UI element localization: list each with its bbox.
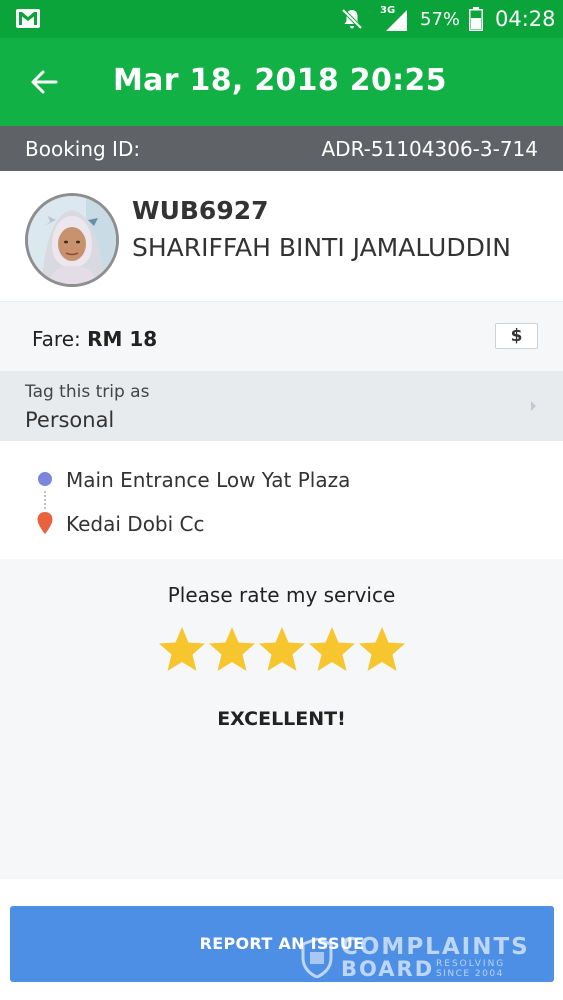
status-clock: 04:28 [495, 7, 556, 31]
pickup-location: Main Entrance Low Yat Plaza [66, 468, 351, 492]
booking-id-bar: Booking ID: ADR-51104306-3-714 [0, 126, 563, 171]
tag-trip-caption: Tag this trip as [25, 382, 150, 402]
star-icon[interactable] [157, 625, 207, 675]
vehicle-plate: WUB6927 [132, 196, 269, 225]
dropoff-pin-icon [37, 512, 53, 534]
dropoff-location: Kedai Dobi Cc [66, 512, 205, 536]
status-bar: 3G 57% 04:28 [0, 0, 563, 38]
route-connector [44, 491, 46, 509]
chevron-right-icon [531, 401, 536, 411]
booking-id-value: ADR-51104306-3-714 [321, 137, 538, 161]
fare-text: Fare: RM 18 [32, 327, 157, 351]
driver-avatar [25, 193, 119, 287]
star-icon[interactable] [307, 625, 357, 675]
dollar-icon: $ [510, 326, 523, 346]
watermark-line2: BOARD [341, 957, 435, 981]
driver-card: WUB6927 SHARIFFAH BINTI JAMALUDDIN [0, 171, 563, 301]
gmail-icon [16, 9, 40, 28]
rating-verdict: EXCELLENT! [217, 708, 346, 730]
arrow-left-icon[interactable] [28, 66, 60, 98]
mute-icon [341, 8, 363, 30]
route-section: Main Entrance Low Yat Plaza Kedai Dobi C… [0, 441, 563, 559]
fare-amount: RM 18 [87, 327, 158, 351]
app-bar: Mar 18, 2018 20:25 [0, 38, 563, 126]
driver-name: SHARIFFAH BINTI JAMALUDDIN [132, 233, 511, 262]
shield-logo-icon [301, 938, 333, 978]
watermark-tag1: RESOLVING [436, 959, 506, 969]
booking-id-label: Booking ID: [25, 137, 141, 161]
rating-section: Please rate my service EXCELLENT! [0, 559, 563, 879]
star-icon[interactable] [207, 625, 257, 675]
star-icon[interactable] [357, 625, 407, 675]
pickup-dot-icon [38, 472, 52, 486]
battery-icon [469, 7, 483, 31]
driver-photo [28, 196, 116, 284]
rating-prompt: Please rate my service [167, 583, 396, 607]
complaints-board-watermark: COMPLAINTS BOARD RESOLVING SINCE 2004 [301, 934, 531, 982]
signal-icon [386, 10, 407, 31]
tag-trip-row[interactable]: Tag this trip as Personal [0, 371, 563, 441]
battery-percent: 57% [420, 9, 461, 30]
fare-details-button[interactable]: $ [495, 323, 538, 349]
watermark-tag2: SINCE 2004 [436, 969, 504, 979]
tag-trip-value: Personal [25, 408, 115, 432]
fare-row: Fare: RM 18 $ [0, 301, 563, 371]
star-icon[interactable] [257, 625, 307, 675]
star-rating [157, 625, 407, 677]
page-title: Mar 18, 2018 20:25 [113, 63, 447, 98]
fare-label: Fare: [32, 327, 88, 351]
